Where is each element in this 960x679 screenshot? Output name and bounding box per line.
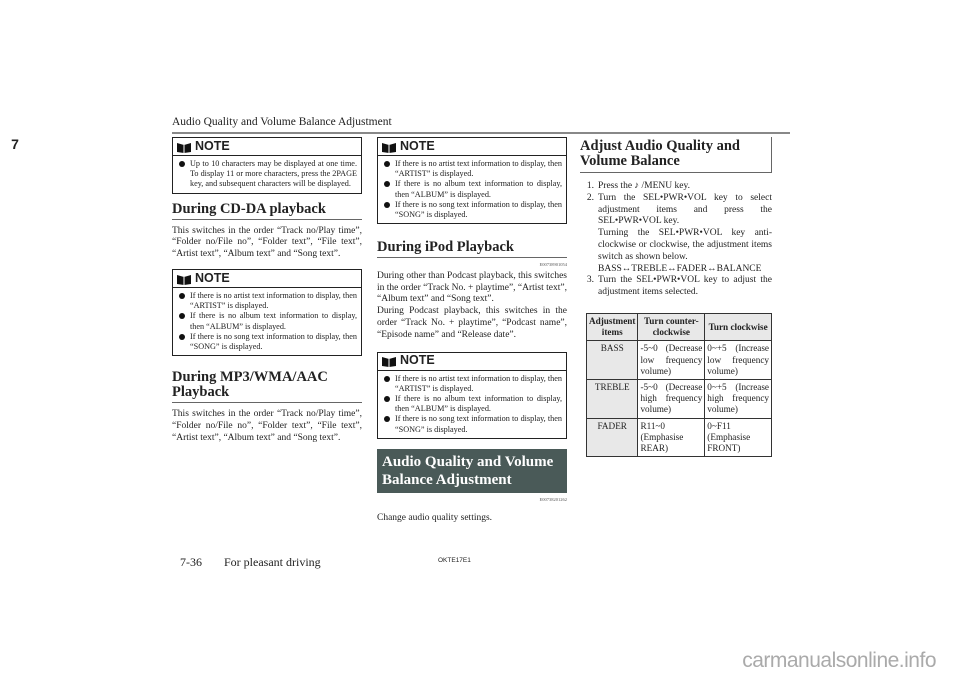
bullet-icon: [384, 396, 390, 402]
note-book-icon: [382, 142, 396, 153]
bullet-icon: [179, 313, 185, 320]
table-row: BASS -5~0 (Decrease low frequency volume…: [585, 340, 772, 380]
table-header: Adjustment items: [585, 312, 639, 342]
note-box: NOTE If there is no artist text informat…: [172, 269, 362, 357]
body-text: This switches in the order “Track no/Pla…: [172, 409, 362, 443]
step-item: 2. Turn the SEL•PWR•VOL key to select adj…: [586, 192, 772, 227]
table-row: TREBLE -5~0 (Decrease high frequency vol…: [585, 378, 772, 419]
note-label: NOTE: [400, 353, 435, 368]
note-book-icon: [177, 142, 191, 153]
note-book-icon: [382, 357, 396, 368]
column-2: NOTE If there is no artist text informat…: [377, 137, 567, 525]
note-box: NOTE Up to 10 characters may be displaye…: [172, 137, 362, 194]
bullet-icon: [179, 293, 185, 299]
note-item: If there is no album text information to…: [382, 394, 562, 414]
note-item: Up to 10 characters may be displayed at …: [177, 159, 357, 190]
note-item: If there is no album text information to…: [382, 179, 562, 199]
step-list: 1. Press the ♪ /MENU key. 2. Turn the SEL…: [580, 181, 772, 299]
table-header: Turn clockwise: [704, 312, 772, 342]
bullet-icon: [384, 201, 390, 208]
chapter-section-heading: Audio Quality and Volume Balance Adjustm…: [377, 448, 567, 493]
bullet-icon: [179, 161, 185, 167]
header-rule: [172, 132, 790, 134]
reference-code: E00738901054: [539, 262, 568, 268]
chapter-tab: 7: [6, 128, 24, 160]
section-heading: During MP3/WMA/AAC Playback: [172, 370, 362, 404]
running-title: Audio Quality and Volume Balance Adjustm…: [172, 116, 392, 128]
step-item: 3. Turn the SEL•PWR•VOL key to adjust the…: [586, 275, 772, 298]
note-item: If there is no song text information to …: [177, 332, 357, 352]
bullet-icon: [384, 416, 390, 423]
note-label: NOTE: [400, 138, 435, 153]
section-heading: Adjust Audio Quality and Volume Balance: [580, 137, 772, 173]
bullet-icon: [384, 375, 390, 382]
step-item: 1. Press the ♪ /MENU key.: [586, 181, 691, 191]
note-box: NOTE If there is no artist text informat…: [377, 137, 567, 225]
music-note-icon: ♪: [634, 181, 640, 191]
body-text: Change audio quality settings.: [377, 513, 493, 524]
adjustment-table: Adjustment items Turn counter-clockwise …: [585, 312, 772, 458]
note-item: If there is no song text information to …: [382, 414, 562, 434]
note-label: NOTE: [195, 138, 230, 153]
section-heading: During CD-DA playback: [172, 201, 362, 220]
note-label: NOTE: [195, 270, 230, 285]
note-book-icon: [177, 274, 191, 285]
body-text: During Podcast playback, this switches i…: [377, 306, 567, 340]
note-item: If there is no artist text information t…: [382, 374, 562, 394]
step-item: BASS↔TREBLE↔FADER↔BALANCE: [598, 263, 762, 274]
bullet-icon: [179, 333, 185, 340]
bullet-icon: [384, 181, 390, 188]
column-3: Adjust Audio Quality and Volume Balance …: [580, 137, 772, 458]
section-heading: During iPod Playback: [377, 240, 567, 259]
note-item: If there is no artist text information t…: [177, 291, 357, 311]
body-text: This switches in the order “Track no/Pla…: [172, 225, 362, 260]
document-code: OKTE17E1: [438, 557, 471, 564]
step-item: Turning the SEL•PWR•VOL key anti-clockwi…: [598, 228, 772, 262]
page-number: 7-36: [180, 555, 202, 569]
bullet-icon: [384, 161, 390, 167]
reference-code: E00738201262: [539, 496, 568, 502]
table-row: FADER R11~0 (Emphasise REAR) 0~F11 (Emph…: [585, 417, 772, 458]
note-box: NOTE If there is no artist text informat…: [377, 351, 567, 439]
column-1: NOTE Up to 10 characters may be displaye…: [172, 137, 362, 445]
footer-section: For pleasant driving: [224, 555, 321, 569]
note-item: If there is no artist text information t…: [382, 159, 562, 179]
watermark: carmanualsonline.info: [742, 649, 936, 672]
table-header: Turn counter-clockwise: [637, 312, 706, 342]
note-item: If there is no album text information to…: [177, 311, 357, 331]
note-item: If there is no song text information to …: [382, 200, 562, 220]
body-text: During other than Podcast playback, this…: [377, 270, 567, 305]
